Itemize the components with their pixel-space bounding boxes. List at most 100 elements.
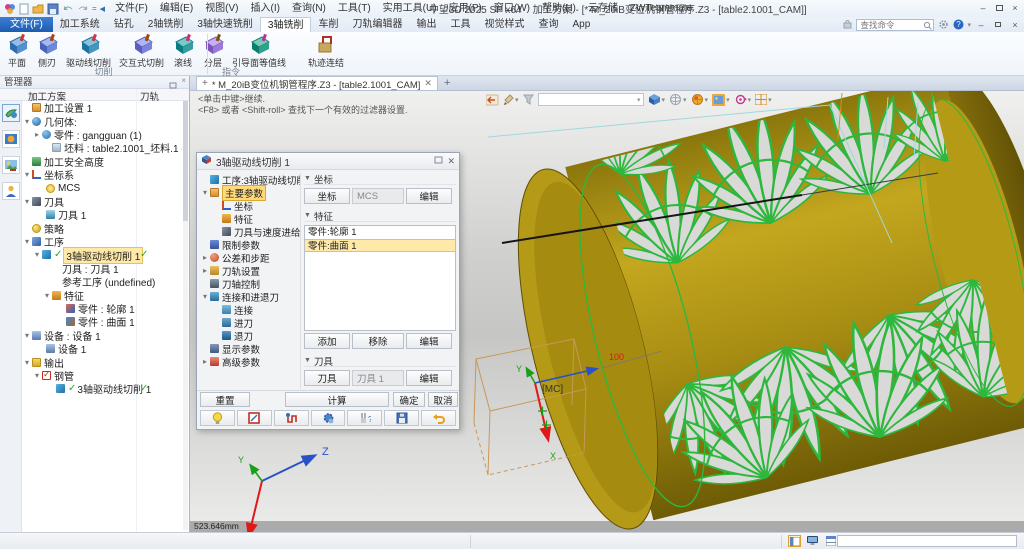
tree-item-strategy[interactable]: 策略 xyxy=(22,222,182,235)
nav-lead-in[interactable]: 进刀 xyxy=(200,316,300,329)
redo-icon[interactable] xyxy=(77,4,89,14)
ok-button[interactable]: 确定 xyxy=(393,392,425,407)
ribbon-button-roll-curve[interactable]: 滚线 xyxy=(168,33,198,69)
restore-button[interactable] xyxy=(992,1,1006,14)
tree-item-output-gangguan[interactable]: ▾钢管 xyxy=(22,369,182,382)
nav-tolerance-step[interactable]: ▸公差和步距 xyxy=(200,251,300,264)
nav-link[interactable]: 连接 xyxy=(200,303,300,316)
doc-minimize-button[interactable]: – xyxy=(974,18,988,31)
checked-checkbox-icon[interactable] xyxy=(42,371,51,380)
edit-note-button[interactable] xyxy=(237,410,272,426)
tab-2axis-milling[interactable]: 2轴铣削 xyxy=(141,17,191,32)
solid-manager-tab-icon[interactable] xyxy=(2,130,20,148)
cam-manager-tab-icon[interactable] xyxy=(2,104,20,122)
graphics-viewport[interactable]: <单击中键>继续. <F8> 或者 <Shift-roll> 查找下一个有效的过… xyxy=(190,91,1024,532)
nav-toolpath-settings[interactable]: ▸刀轨设置 xyxy=(200,264,300,277)
nav-links-leads[interactable]: ▾连接和进退刀 xyxy=(200,290,300,303)
tab-output[interactable]: 输出 xyxy=(409,17,443,32)
tree-item-feature-surface[interactable]: 零件 : 曲面 1 xyxy=(22,315,182,328)
cancel-button[interactable]: 取消 xyxy=(428,392,458,407)
menu-view[interactable]: 视图(V) xyxy=(199,0,244,17)
dialog-title-bar[interactable]: 3轴驱动线切削 1 ✕ xyxy=(197,153,459,170)
menu-file[interactable]: 文件(F) xyxy=(109,0,154,17)
tree-scrollbar-thumb[interactable] xyxy=(183,101,188,221)
calculate-button[interactable]: 计算 xyxy=(285,392,389,407)
help-icon[interactable]: ? xyxy=(952,19,964,31)
coordinate-edit-button[interactable]: 编辑 xyxy=(406,188,452,204)
open-file-icon[interactable] xyxy=(32,3,44,15)
hint-bulb-button[interactable] xyxy=(200,410,235,426)
tab-drilling[interactable]: 钻孔 xyxy=(107,17,141,32)
nav-coordinate[interactable]: 坐标 xyxy=(200,199,300,212)
tree-item-op-tool[interactable]: 刀具 : 刀具 1 xyxy=(22,262,182,275)
tab-3axis-quick-milling[interactable]: 3轴快速铣削 xyxy=(190,17,260,32)
ribbon-button-drive-curve-cut[interactable]: 驱动线切削 xyxy=(62,33,115,69)
nav-tool-axis[interactable]: 刀轴控制 xyxy=(200,277,300,290)
brush-style-icon[interactable]: ▾ xyxy=(503,94,519,106)
chevron-icon[interactable]: ▾ xyxy=(22,331,32,340)
window-layout-icon[interactable] xyxy=(824,535,837,547)
visualize-tab-icon[interactable] xyxy=(2,156,20,174)
tab-3axis-milling[interactable]: 3轴铣削 xyxy=(260,17,312,32)
filter-combobox[interactable]: ▾ xyxy=(538,93,644,106)
tool-edit-button[interactable]: 编辑 xyxy=(406,370,452,386)
dialog-float-icon[interactable] xyxy=(434,156,443,167)
customize-toolbar-icon[interactable]: = xyxy=(92,4,97,13)
tree-item-stock[interactable]: 坯料 : table2.1001_坯料.1 (2) xyxy=(22,141,182,154)
filter-icon[interactable] xyxy=(523,94,534,105)
nav-main-params[interactable]: ▾主要参数 xyxy=(200,186,300,199)
feature-edit-button[interactable]: 编辑 xyxy=(406,333,452,349)
ribbon-button-toolpath-link[interactable]: 轨迹连结 xyxy=(304,33,348,69)
ribbon-button-plane[interactable]: 平面 xyxy=(2,33,32,69)
chevron-icon[interactable]: ▾ xyxy=(22,237,32,246)
feature-list-item[interactable]: 零件:轮廓 1 xyxy=(305,226,455,239)
tree-item-frames[interactable]: ▾坐标系 xyxy=(22,168,182,181)
chevron-icon[interactable]: ▾ xyxy=(22,197,32,206)
screen-display-icon[interactable] xyxy=(806,535,819,547)
save-params-button[interactable] xyxy=(384,410,419,426)
menu-edit[interactable]: 编辑(E) xyxy=(154,0,199,17)
tree-item-geometry[interactable]: ▾几何体: xyxy=(22,114,182,127)
chevron-icon[interactable]: ▾ xyxy=(32,250,42,259)
tab-inquire[interactable]: 查询 xyxy=(531,17,565,32)
ribbon-button-guide-isoline[interactable]: 引导面等值线 xyxy=(228,33,290,69)
tree-item-operation-drive-cut[interactable]: ▾✓3轴驱动线切削 1✓ xyxy=(22,248,182,261)
doc-restore-button[interactable] xyxy=(991,18,1005,31)
tree-item-machine1[interactable]: 设备 1 xyxy=(22,342,182,355)
collapse-icon[interactable]: ◀ xyxy=(100,5,105,13)
chevron-icon[interactable]: ▾ xyxy=(22,358,32,367)
new-tab-button[interactable]: + xyxy=(444,77,450,90)
nav-display-params[interactable]: 显示参数 xyxy=(200,342,300,355)
tree-item-machine[interactable]: ▾设备 : 设备 1 xyxy=(22,329,182,342)
settings-gear-icon[interactable] xyxy=(937,19,949,31)
doc-close-button[interactable]: × xyxy=(1008,18,1022,31)
nav-limit-params[interactable]: 限制参数 xyxy=(200,238,300,251)
exit-back-icon[interactable] xyxy=(486,94,499,106)
tree-item-setup[interactable]: 加工设置 1 xyxy=(22,101,182,114)
tree-item-part-gangguan[interactable]: ▸零件 : gangguan (1) xyxy=(22,128,182,141)
close-button[interactable]: × xyxy=(1008,1,1022,14)
tab-tools[interactable]: 工具 xyxy=(443,17,477,32)
layout-icon[interactable]: ▾ xyxy=(755,94,772,105)
tree-item-output[interactable]: ▾输出 xyxy=(22,355,182,368)
chevron-icon[interactable]: ▾ xyxy=(22,117,32,126)
tree-item-safe-height[interactable]: 加工安全高度 xyxy=(22,155,182,168)
status-input[interactable] xyxy=(837,535,1017,547)
operation-dialog[interactable]: 3轴驱动线切削 1 ✕ 工序:3轴驱动线切削 ▾主要参数 坐标 特征 刀具与速度… xyxy=(196,152,460,430)
ribbon-button-side-edge[interactable]: 侧刃 xyxy=(32,33,62,69)
feature-list[interactable]: 零件:轮廓 1 零件:曲面 1 xyxy=(304,225,456,331)
tree-item-ref-op[interactable]: 参考工序 (undefined) xyxy=(22,275,182,288)
ribbon-button-layering[interactable]: 分层 xyxy=(198,33,228,69)
tool-query-button[interactable]: ? xyxy=(347,410,382,426)
tab-toolpath-editor[interactable]: 刀轨编辑器 xyxy=(345,17,409,32)
document-tab[interactable]: + * M_20iB变位机钢管程序.Z3 - [table2.1001_CAM]… xyxy=(196,76,438,90)
nav-tool-feeds[interactable]: 刀具与速度进给 xyxy=(200,225,300,238)
nav-lead-out[interactable]: 退刀 xyxy=(200,329,300,342)
tree-item-features[interactable]: ▾特征 xyxy=(22,288,182,301)
undo-icon[interactable] xyxy=(62,4,74,14)
rollback-button[interactable] xyxy=(421,410,456,426)
pin-icon[interactable] xyxy=(841,19,853,31)
feature-list-item[interactable]: 零件:曲面 1 xyxy=(305,239,455,252)
menu-insert[interactable]: 插入(I) xyxy=(245,0,286,17)
tree-item-feature-profile[interactable]: 零件 : 轮廓 1 xyxy=(22,302,182,315)
